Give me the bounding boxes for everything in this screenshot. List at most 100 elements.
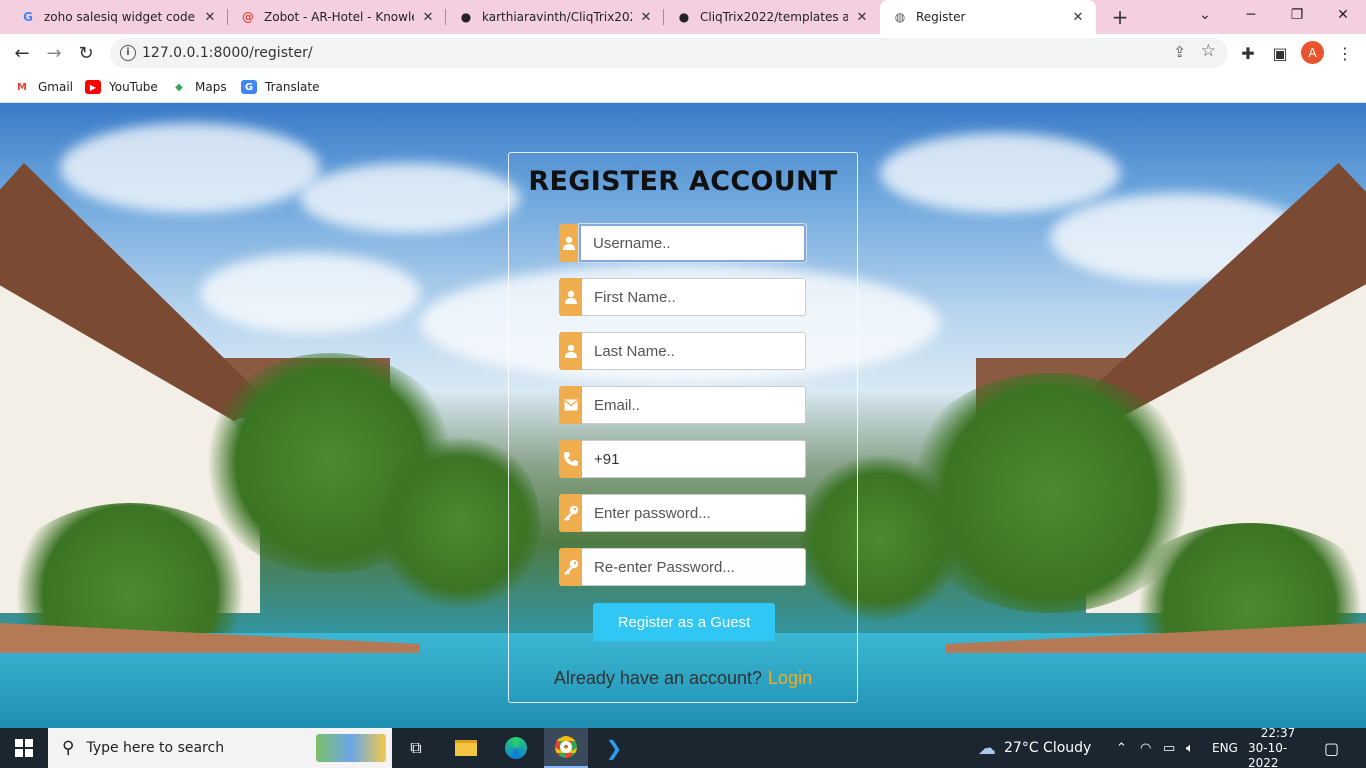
- minimize-button[interactable]: ─: [1228, 0, 1274, 30]
- last-name-input[interactable]: [582, 332, 806, 370]
- tab-zoho-salesiq[interactable]: G zoho salesiq widget code - G ✕: [8, 0, 228, 34]
- bookmarks-bar: M Gmail ▶ YouTube ◆ Maps G Translate: [0, 72, 1366, 103]
- translate-icon: G: [241, 80, 257, 94]
- tab-search-icon[interactable]: ⌄: [1182, 0, 1228, 30]
- tab-register[interactable]: ◍ Register ✕: [880, 0, 1096, 34]
- email-input[interactable]: [582, 386, 806, 424]
- search-icon: ⚲: [62, 738, 75, 758]
- phone-icon: [559, 440, 582, 478]
- site-info-icon[interactable]: i: [120, 45, 136, 61]
- weather-text: 27°C Cloudy: [1004, 740, 1092, 756]
- gmail-icon: M: [17, 81, 27, 93]
- windows-icon: [15, 739, 33, 757]
- cloud-icon: ☁: [978, 737, 996, 759]
- first-name-input[interactable]: [582, 278, 806, 316]
- forward-icon[interactable]: →: [40, 39, 68, 67]
- password-confirm-row: [559, 548, 806, 586]
- extensions-icon[interactable]: ✚: [1237, 42, 1259, 64]
- close-tab-icon[interactable]: ✕: [638, 9, 654, 25]
- restore-button[interactable]: ❐: [1274, 0, 1320, 30]
- file-explorer-icon[interactable]: [450, 728, 482, 768]
- password-input[interactable]: [582, 494, 806, 532]
- share-icon[interactable]: ⇪: [1173, 43, 1186, 61]
- cloud: [60, 123, 320, 213]
- back-icon[interactable]: ←: [8, 39, 36, 67]
- vscode-icon[interactable]: ❯: [598, 728, 630, 768]
- search-placeholder: Type here to search: [86, 740, 225, 756]
- language-indicator[interactable]: ENG: [1212, 728, 1238, 768]
- tab-github-cliqtrix[interactable]: ● karthiaravinth/CliqTrix2022: C ✕: [446, 0, 664, 34]
- tab-github-templates[interactable]: ● CliqTrix2022/templates at ma ✕: [664, 0, 880, 34]
- tab-title: karthiaravinth/CliqTrix2022: C: [482, 10, 632, 24]
- search-highlight-image: [316, 734, 386, 762]
- battery-icon[interactable]: ▭: [1163, 728, 1175, 768]
- weather-widget[interactable]: ☁ 27°C Cloudy: [978, 728, 1091, 768]
- close-window-button[interactable]: ✕: [1320, 0, 1366, 30]
- github-icon: ●: [678, 10, 690, 24]
- key-icon: [559, 494, 582, 532]
- bookmark-label: YouTube: [109, 80, 158, 94]
- cloud: [300, 163, 520, 233]
- email-row: [559, 386, 806, 424]
- wifi-icon[interactable]: ◠: [1140, 728, 1151, 768]
- register-guest-button[interactable]: Register as a Guest: [593, 603, 775, 641]
- show-hidden-icons[interactable]: ⌃: [1116, 728, 1127, 768]
- close-tab-icon[interactable]: ✕: [1070, 9, 1086, 25]
- register-form-panel: REGISTER ACCOUNT Username.. First Name..…: [508, 152, 858, 703]
- address-bar[interactable]: i 127.0.0.1:8000/register/ ⇪ ☆: [110, 38, 1228, 68]
- tab-title: CliqTrix2022/templates at ma: [700, 10, 848, 24]
- taskbar-search-box[interactable]: ⚲ Type here to search: [48, 728, 392, 768]
- task-view-icon[interactable]: ⧉: [400, 728, 432, 768]
- globe-icon: ◍: [894, 10, 906, 24]
- chrome-icon[interactable]: [544, 728, 588, 768]
- close-tab-icon[interactable]: ✕: [202, 9, 218, 25]
- bookmark-label: Translate: [265, 80, 320, 94]
- login-link[interactable]: Login: [768, 668, 812, 688]
- envelope-icon: [559, 386, 582, 424]
- url-text[interactable]: 127.0.0.1:8000/register/: [142, 45, 313, 61]
- profile-avatar[interactable]: A: [1301, 41, 1324, 64]
- user-icon: [559, 332, 582, 370]
- username-input[interactable]: [579, 224, 806, 262]
- bookmark-translate[interactable]: G Translate: [241, 77, 320, 97]
- user-icon: [559, 278, 582, 316]
- new-tab-button[interactable]: +: [1108, 5, 1132, 29]
- cloud: [200, 253, 420, 333]
- clock-date: 30-10-2022: [1248, 740, 1288, 768]
- notification-icon[interactable]: ▢: [1324, 728, 1339, 768]
- tab-zobot[interactable]: @ Zobot - AR-Hotel - Knowledg ✕: [228, 0, 446, 34]
- username-row: [559, 224, 806, 262]
- bookmark-label: Gmail: [38, 80, 74, 94]
- bookmark-star-icon[interactable]: ☆: [1201, 41, 1216, 61]
- edge-icon[interactable]: [500, 728, 532, 768]
- login-prompt: Already have an account? Login: [509, 668, 857, 689]
- bookmark-youtube[interactable]: ▶ YouTube: [85, 77, 158, 97]
- last-name-row: [559, 332, 806, 370]
- browser-toolbar: ← → ↻ i 127.0.0.1:8000/register/ ⇪ ☆ ✚ ▣…: [0, 34, 1366, 72]
- close-tab-icon[interactable]: ✕: [854, 9, 870, 25]
- phone-row: [559, 440, 806, 478]
- login-prompt-text: Already have an account?: [553, 668, 763, 688]
- bookmark-gmail[interactable]: M Gmail: [14, 77, 73, 97]
- reload-icon[interactable]: ↻: [72, 39, 100, 67]
- start-button[interactable]: [0, 728, 48, 768]
- first-name-row: [559, 278, 806, 316]
- zoho-icon: @: [242, 10, 254, 24]
- phone-input[interactable]: [582, 440, 806, 478]
- side-panel-icon[interactable]: ▣: [1269, 42, 1291, 64]
- key-icon: [559, 548, 582, 586]
- tab-title: Zobot - AR-Hotel - Knowledg: [264, 10, 414, 24]
- close-tab-icon[interactable]: ✕: [420, 9, 436, 25]
- clock[interactable]: 22:37 30-10-2022: [1248, 725, 1308, 768]
- clock-time: 22:37: [1260, 725, 1296, 740]
- youtube-icon: ▶: [85, 80, 101, 94]
- menu-icon[interactable]: ⋮: [1334, 42, 1356, 64]
- tab-title: Register: [916, 10, 966, 24]
- password-confirm-input[interactable]: [582, 548, 806, 586]
- bookmark-maps[interactable]: ◆ Maps: [171, 77, 226, 97]
- google-icon: G: [23, 10, 33, 24]
- github-icon: ●: [460, 10, 472, 24]
- volume-icon[interactable]: 🔈︎: [1186, 728, 1194, 768]
- tab-title: zoho salesiq widget code - G: [44, 10, 196, 24]
- user-icon: [559, 224, 579, 262]
